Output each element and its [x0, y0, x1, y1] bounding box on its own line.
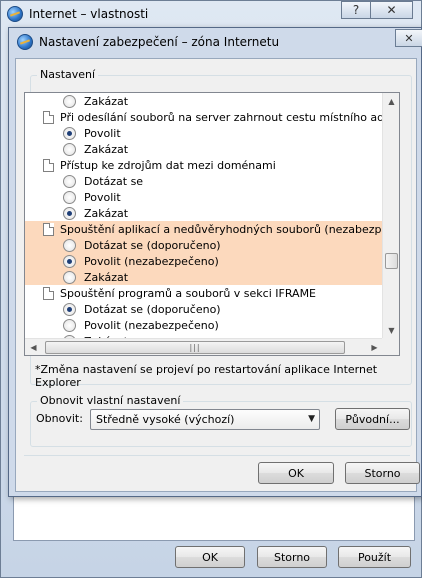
setting-option[interactable]: Zakázat: [25, 269, 383, 285]
outer-cancel-button[interactable]: Storno: [257, 546, 327, 568]
setting-option-label: Povolit (nezabezpečeno): [84, 318, 219, 332]
horizontal-scrollbar[interactable]: ◀ ||| ▶: [25, 338, 383, 355]
radio-selected-icon[interactable]: [63, 206, 76, 220]
settings-list[interactable]: Zakázat Při odesílání souborů na server z…: [24, 92, 400, 356]
reset-group-label: Obnovit vlastní nastavení: [37, 394, 184, 407]
reset-button[interactable]: Původní...: [335, 408, 410, 430]
setting-option[interactable]: Povolit: [25, 125, 383, 141]
settings-rows: Zakázat Při odesílání souborů na server z…: [25, 93, 383, 339]
dialog-title: Nastavení zabezpečení – zóna Internetu: [39, 35, 280, 49]
dialog-close-button[interactable]: ✕: [395, 29, 422, 47]
setting-heading-label: Spouštění programů a souborů v sekci IFR…: [60, 286, 317, 300]
setting-option-label: Dotázat se: [84, 174, 144, 188]
help-button[interactable]: ?: [341, 1, 371, 19]
dialog-title-bar: Nastavení zabezpečení – zóna Internetu: [17, 34, 279, 50]
reset-level-select[interactable]: Středně vysoké (výchozí) ▼: [90, 409, 320, 430]
scroll-down-icon[interactable]: ▼: [383, 322, 399, 339]
setting-option-label: Povolit (nezabezpečeno): [84, 254, 219, 268]
setting-option[interactable]: Zakázat: [25, 205, 383, 221]
setting-option[interactable]: Zakázat: [25, 141, 383, 157]
outer-title-bar: Internet – vlastnosti: [7, 4, 148, 24]
radio-icon[interactable]: [63, 270, 76, 284]
scroll-up-icon[interactable]: ▲: [383, 93, 399, 110]
setting-option-label: Zakázat: [84, 142, 129, 156]
restart-note: *Změna nastavení se projeví po restartov…: [35, 363, 378, 389]
scroll-left-icon[interactable]: ◀: [25, 339, 42, 355]
radio-selected-icon[interactable]: [63, 254, 76, 268]
radio-selected-icon[interactable]: [63, 126, 76, 140]
outer-ok-button[interactable]: OK: [175, 546, 245, 568]
dialog-ok-button[interactable]: OK: [258, 462, 334, 484]
setting-option-label: Zakázat: [84, 270, 129, 284]
radio-icon[interactable]: [63, 142, 76, 156]
setting-option-label: Povolit: [84, 126, 121, 140]
setting-option-label: Zakázat: [84, 206, 129, 220]
setting-option[interactable]: Dotázat se: [25, 173, 383, 189]
setting-heading: Přístup ke zdrojům dat mezi doménami: [25, 157, 383, 173]
radio-icon[interactable]: [63, 238, 76, 252]
scroll-right-icon[interactable]: ▶: [366, 339, 383, 355]
setting-page-icon: [43, 222, 54, 236]
setting-option-label: Dotázat se (doporučeno): [84, 302, 221, 316]
setting-heading: Spouštění aplikací a nedůvěryhodných sou…: [25, 221, 383, 237]
reset-level-value: Středně vysoké (výchozí): [96, 413, 235, 426]
chevron-down-icon: ▼: [308, 414, 315, 424]
setting-page-icon: [43, 286, 54, 300]
internet-zone-icon: [17, 34, 33, 50]
vertical-scroll-thumb[interactable]: [385, 253, 398, 269]
setting-heading-label: Přístup ke zdrojům dat mezi doménami: [60, 158, 276, 172]
internet-globe-icon: [7, 6, 23, 22]
horizontal-scroll-thumb[interactable]: |||: [45, 341, 345, 354]
setting-option[interactable]: Dotázat se (doporučeno): [25, 301, 383, 317]
reset-label: Obnovit:: [36, 412, 83, 425]
setting-page-icon: [43, 158, 54, 172]
vertical-scrollbar[interactable]: ▲ ▼: [382, 93, 399, 339]
setting-option[interactable]: Povolit: [25, 189, 383, 205]
setting-heading: Spouštění programů a souborů v sekci IFR…: [25, 285, 383, 301]
setting-option[interactable]: Dotázat se (doporučeno): [25, 237, 383, 253]
setting-heading: Při odesílání souborů na server zahrnout…: [25, 109, 383, 125]
outer-caption-buttons: ? ✕: [341, 1, 413, 19]
setting-option-label: Zakázat: [84, 94, 129, 108]
outer-close-button[interactable]: ✕: [371, 1, 413, 19]
setting-heading-label: Spouštění aplikací a nedůvěryhodných sou…: [60, 222, 383, 236]
scrollbar-corner: [382, 338, 399, 355]
setting-option[interactable]: Povolit (nezabezpečeno): [25, 317, 383, 333]
settings-group-label: Nastavení: [37, 68, 99, 81]
setting-option-label: Povolit: [84, 190, 121, 204]
setting-page-icon: [43, 110, 54, 124]
setting-option-label: Dotázat se (doporučeno): [84, 238, 221, 252]
outer-apply-button[interactable]: Použít: [338, 546, 411, 568]
dialog-cancel-button[interactable]: Storno: [345, 462, 420, 484]
setting-option[interactable]: Povolit (nezabezpečeno): [25, 253, 383, 269]
radio-icon[interactable]: [63, 318, 76, 332]
radio-icon[interactable]: [63, 94, 76, 108]
radio-icon[interactable]: [63, 174, 76, 188]
radio-selected-icon[interactable]: [63, 302, 76, 316]
setting-option[interactable]: Zakázat: [25, 93, 383, 109]
radio-icon[interactable]: [63, 190, 76, 204]
setting-heading-label: Při odesílání souborů na server zahrnout…: [60, 110, 383, 124]
dialog-separator: [24, 455, 410, 456]
outer-window-title: Internet – vlastnosti: [29, 7, 149, 21]
